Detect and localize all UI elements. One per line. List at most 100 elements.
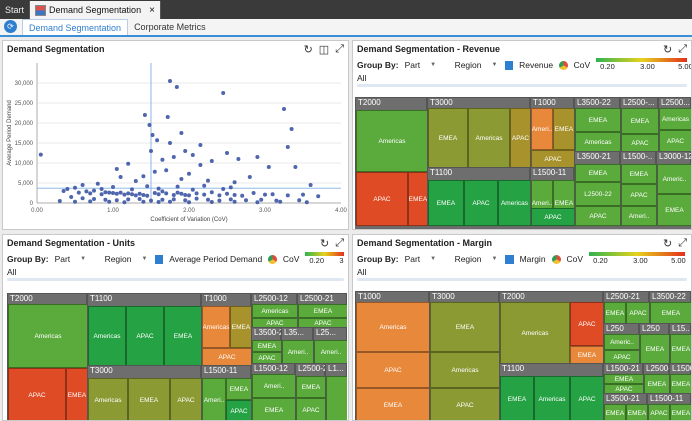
treemap-group[interactable]: T1000 Ameri.. EMEA APAC bbox=[530, 97, 575, 168]
refresh-icon[interactable]: ↻ bbox=[663, 43, 672, 56]
treemap-cell[interactable]: EMEA bbox=[430, 302, 500, 352]
metric-label[interactable]: Revenue bbox=[519, 60, 553, 70]
treemap-cell[interactable]: EMEA bbox=[226, 378, 252, 400]
treemap-group[interactable]: L1500-11 Ameri.. EMEA APAC bbox=[201, 365, 252, 420]
treemap-group[interactable]: L1500-11 APAC EMEA bbox=[647, 393, 691, 420]
treemap-cell[interactable]: APAC bbox=[8, 368, 66, 420]
expand-icon[interactable]: ⤢ bbox=[335, 237, 344, 250]
treemap-group[interactable]: T1000 Americas EMEA APAC bbox=[201, 293, 252, 366]
expand-icon[interactable]: ⤢ bbox=[335, 43, 344, 56]
treemap-cell[interactable]: APAC bbox=[531, 150, 575, 168]
treemap-cell[interactable]: Americas bbox=[500, 302, 570, 364]
treemap-cell[interactable]: EMEA bbox=[621, 108, 659, 134]
treemap-cell[interactable]: Ameri.. bbox=[621, 206, 657, 226]
treemap-cell[interactable]: Americas bbox=[202, 306, 230, 348]
cov-label[interactable]: CoV bbox=[567, 254, 584, 264]
metric-label[interactable]: Margin bbox=[520, 254, 546, 264]
treemap-cell[interactable]: Ameri.. bbox=[314, 340, 347, 364]
treemap-group[interactable]: T1100 Americas APAC EMEA bbox=[87, 293, 202, 366]
treemap-cell[interactable]: EMEA bbox=[626, 404, 648, 420]
treemap-cell[interactable]: EMEA bbox=[621, 164, 657, 184]
refresh-icon[interactable]: ↻ bbox=[304, 43, 313, 56]
treemap-group[interactable]: L15.. EMEA bbox=[669, 323, 691, 364]
breadcrumb[interactable]: All bbox=[353, 267, 691, 278]
treemap-cell[interactable]: Americas bbox=[430, 352, 500, 388]
treemap-cell[interactable]: Americ.. bbox=[604, 334, 640, 350]
treemap-group[interactable]: L1500..EMEA bbox=[669, 363, 691, 394]
treemap-cell[interactable]: Americas bbox=[252, 304, 298, 318]
treemap-group[interactable]: L1500-11 Ameri.. EMEA APAC bbox=[530, 167, 575, 226]
treemap-cell[interactable]: EMEA bbox=[670, 374, 691, 394]
treemap-group[interactable]: L3500-22 EMEA bbox=[649, 291, 691, 324]
start-tab[interactable]: Start bbox=[0, 1, 31, 19]
treemap-group[interactable]: L2500-... EMEA APAC bbox=[620, 97, 659, 152]
metric-label[interactable]: Average Period Demand bbox=[169, 254, 262, 264]
treemap-cell[interactable]: EMEA bbox=[230, 306, 252, 348]
treemap-group[interactable]: L1500-12 Ameri.. EMEA bbox=[251, 363, 296, 420]
treemap-cell[interactable]: EMEA bbox=[640, 334, 670, 364]
region-dropdown[interactable]: Region ▼ bbox=[455, 254, 499, 264]
treemap-group[interactable]: L2500-11 EMEA bbox=[643, 363, 679, 394]
treemap-group[interactable]: T3000 EMEA Americas APAC bbox=[429, 291, 500, 420]
treemap-cell[interactable]: EMEA bbox=[296, 376, 326, 398]
scrollbar[interactable] bbox=[7, 278, 344, 281]
cov-label[interactable]: CoV bbox=[574, 60, 591, 70]
treemap-group[interactable]: L2500-22 EMEA APAC bbox=[295, 363, 332, 420]
group-dropdown[interactable]: Part ▼ bbox=[405, 60, 449, 70]
treemap-cell[interactable]: EMEA bbox=[66, 368, 88, 420]
treemap-group[interactable]: T1000 Americas APAC EMEA bbox=[355, 291, 430, 420]
treemap-cell[interactable]: EMEA bbox=[575, 164, 621, 182]
treemap-group[interactable]: L250 EMEA bbox=[639, 323, 670, 364]
treemap-group[interactable]: L1500-.. EMEA APAC Ameri.. bbox=[620, 151, 657, 226]
treemap-cell[interactable]: EMEA bbox=[408, 172, 428, 226]
treemap-cell[interactable]: Americas bbox=[356, 110, 428, 172]
treemap-cell[interactable]: Ameri.. bbox=[202, 378, 226, 420]
treemap-cell[interactable]: APAC bbox=[570, 376, 604, 420]
treemap-cell[interactable]: EMEA bbox=[128, 378, 170, 420]
treemap-cell[interactable]: APAC bbox=[659, 130, 691, 152]
treemap-cell[interactable]: EMEA bbox=[570, 346, 604, 364]
treemap-group[interactable]: L1... bbox=[325, 363, 347, 420]
treemap-cell[interactable]: EMEA bbox=[650, 302, 691, 324]
treemap-cell[interactable]: EMEA bbox=[604, 374, 644, 384]
treemap-cell[interactable]: APAC bbox=[575, 206, 621, 226]
treemap-cell[interactable]: L2500-22 bbox=[575, 182, 621, 206]
treemap-cell[interactable]: EMEA bbox=[553, 108, 575, 150]
treemap-cell[interactable]: EMEA bbox=[604, 302, 626, 324]
treemap-group[interactable]: T2000 Americas APAC EMEA bbox=[355, 97, 428, 226]
layout-icon[interactable]: ◫ bbox=[319, 43, 329, 56]
tab-corporate-metrics[interactable]: Corporate Metrics bbox=[128, 19, 212, 35]
group-dropdown[interactable]: Part ▼ bbox=[405, 254, 449, 264]
treemap-group[interactable]: L1500-21 EMEA APAC bbox=[603, 363, 644, 394]
treemap-group[interactable]: L2500-21 EMEA APAC bbox=[603, 291, 650, 324]
treemap-cell[interactable] bbox=[326, 376, 347, 420]
treemap-cell[interactable]: EMEA bbox=[298, 304, 347, 318]
treemap-group[interactable]: T2000 Americas APAC EMEA bbox=[499, 291, 604, 364]
refresh-icon[interactable]: ↻ bbox=[663, 237, 672, 250]
treemap-cell[interactable]: EMEA bbox=[252, 340, 282, 352]
treemap-cell[interactable]: EMEA bbox=[657, 194, 691, 226]
treemap-cell[interactable]: Americas bbox=[88, 306, 126, 366]
treemap-cell[interactable]: Ameri.. bbox=[531, 108, 553, 150]
treemap-group[interactable]: L3500-21 EMEA L2500-22 APAC bbox=[574, 151, 621, 226]
treemap-cell[interactable]: APAC bbox=[296, 398, 326, 420]
treemap-cell[interactable]: APAC bbox=[356, 172, 408, 226]
treemap-cell[interactable]: EMEA bbox=[644, 374, 670, 394]
treemap-cell[interactable]: Americas bbox=[575, 132, 621, 152]
treemap-cell[interactable]: APAC bbox=[648, 404, 670, 420]
treemap-cell[interactable]: EMEA bbox=[670, 404, 691, 420]
treemap-group[interactable]: L250 Americ.. APAC bbox=[603, 323, 640, 364]
treemap-cell[interactable]: APAC bbox=[170, 378, 202, 420]
group-dropdown[interactable]: Part ▼ bbox=[55, 254, 99, 264]
treemap-group[interactable]: L3000-12 Americ.. EMEA bbox=[656, 151, 691, 226]
region-dropdown[interactable]: Region ▼ bbox=[105, 254, 149, 264]
treemap-cell[interactable]: EMEA bbox=[604, 404, 626, 420]
treemap-cell[interactable]: APAC bbox=[621, 134, 659, 152]
treemap-cell[interactable]: EMEA bbox=[356, 388, 430, 420]
treemap-cell[interactable]: Americas bbox=[8, 304, 88, 368]
treemap-cell[interactable]: EMEA bbox=[164, 306, 202, 366]
treemap-group[interactable]: L2500-12 Americas APAC bbox=[251, 293, 298, 328]
treemap-cell[interactable]: Ameri.. bbox=[282, 340, 314, 364]
close-icon[interactable]: × bbox=[149, 5, 155, 16]
demand-segmentation-tab[interactable]: Demand Segmentation × bbox=[30, 1, 161, 19]
